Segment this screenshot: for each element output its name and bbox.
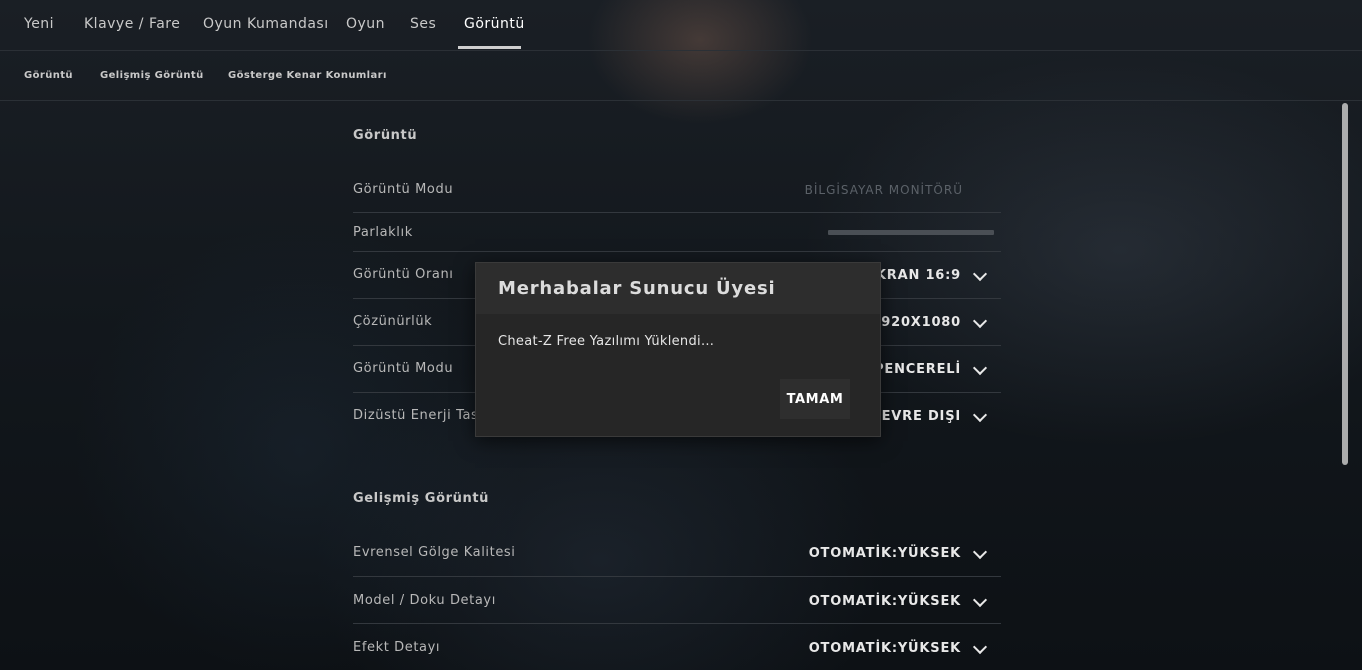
setting-label: Parlaklık: [353, 225, 413, 240]
setting-label: Görüntü Modu: [353, 182, 454, 197]
brightness-slider[interactable]: [828, 230, 994, 235]
setting-row-model-texture-detail[interactable]: Model / Doku Detayı OTOMATİK:YÜKSEK: [353, 577, 1001, 624]
tab-audio[interactable]: Ses: [410, 16, 436, 32]
tab-keyboard-mouse[interactable]: Klavye / Fare: [84, 16, 180, 32]
setting-row-display-mode[interactable]: Görüntü Modu BİLGİSAYAR MONİTÖRÜ: [353, 170, 1001, 213]
setting-value: OTOMATİK:YÜKSEK: [808, 546, 961, 561]
sub-navigation: Görüntü Gelişmiş Görüntü Gösterge Kenar …: [0, 51, 1362, 101]
setting-label: Görüntü Modu: [353, 361, 454, 376]
tab-controller[interactable]: Oyun Kumandası: [203, 16, 329, 32]
setting-label: Model / Doku Detayı: [353, 593, 496, 608]
chevron-down-icon[interactable]: [972, 639, 988, 655]
welcome-dialog: Merhabalar Sunucu Üyesi Cheat-Z Free Yaz…: [475, 262, 881, 437]
chevron-down-icon[interactable]: [972, 360, 988, 376]
dialog-title: Merhabalar Sunucu Üyesi: [498, 278, 776, 299]
setting-value: 1920X1080: [871, 315, 961, 330]
chevron-down-icon[interactable]: [972, 407, 988, 423]
subtab-video[interactable]: Görüntü: [24, 70, 73, 81]
setting-label: Evrensel Gölge Kalitesi: [353, 545, 516, 560]
chevron-down-icon[interactable]: [972, 313, 988, 329]
setting-label: Efekt Detayı: [353, 640, 441, 655]
setting-label: Görüntü Oranı: [353, 267, 454, 282]
tab-yeni[interactable]: Yeni: [24, 16, 54, 32]
subtab-hud-edge-positions[interactable]: Gösterge Kenar Konumları: [228, 70, 387, 81]
dialog-message: Cheat-Z Free Yazılımı Yüklendi...: [498, 334, 715, 349]
chevron-down-icon[interactable]: [972, 544, 988, 560]
setting-value: OTOMATİK:YÜKSEK: [808, 641, 961, 656]
ok-button[interactable]: TAMAM: [780, 379, 850, 419]
chevron-down-icon[interactable]: [972, 592, 988, 608]
chevron-down-icon[interactable]: [972, 266, 988, 282]
tab-video[interactable]: Görüntü: [464, 16, 525, 32]
section-title-video: Görüntü: [353, 128, 418, 143]
scrollbar-thumb[interactable]: [1342, 103, 1348, 465]
setting-label: Çözünürlük: [353, 314, 433, 329]
setting-value: OTOMATİK:YÜKSEK: [808, 594, 961, 609]
section-title-advanced-video: Gelişmiş Görüntü: [353, 491, 489, 506]
active-tab-underline: [458, 46, 521, 49]
dialog-header: Merhabalar Sunucu Üyesi: [476, 263, 880, 314]
setting-row-global-shadow-quality[interactable]: Evrensel Gölge Kalitesi OTOMATİK:YÜKSEK: [353, 530, 1001, 577]
setting-value: DEVRE DIŞI: [870, 409, 961, 424]
setting-value: PENCERELİ: [874, 362, 961, 377]
top-navigation: Yeni Klavye / Fare Oyun Kumandası Oyun S…: [0, 0, 1362, 51]
setting-value: BİLGİSAYAR MONİTÖRÜ: [804, 183, 963, 197]
setting-row-brightness[interactable]: Parlaklık: [353, 213, 1001, 252]
tab-game[interactable]: Oyun: [346, 16, 385, 32]
setting-row-effect-detail[interactable]: Efekt Detayı OTOMATİK:YÜKSEK: [353, 624, 1001, 670]
subtab-advanced-video[interactable]: Gelişmiş Görüntü: [100, 70, 204, 81]
